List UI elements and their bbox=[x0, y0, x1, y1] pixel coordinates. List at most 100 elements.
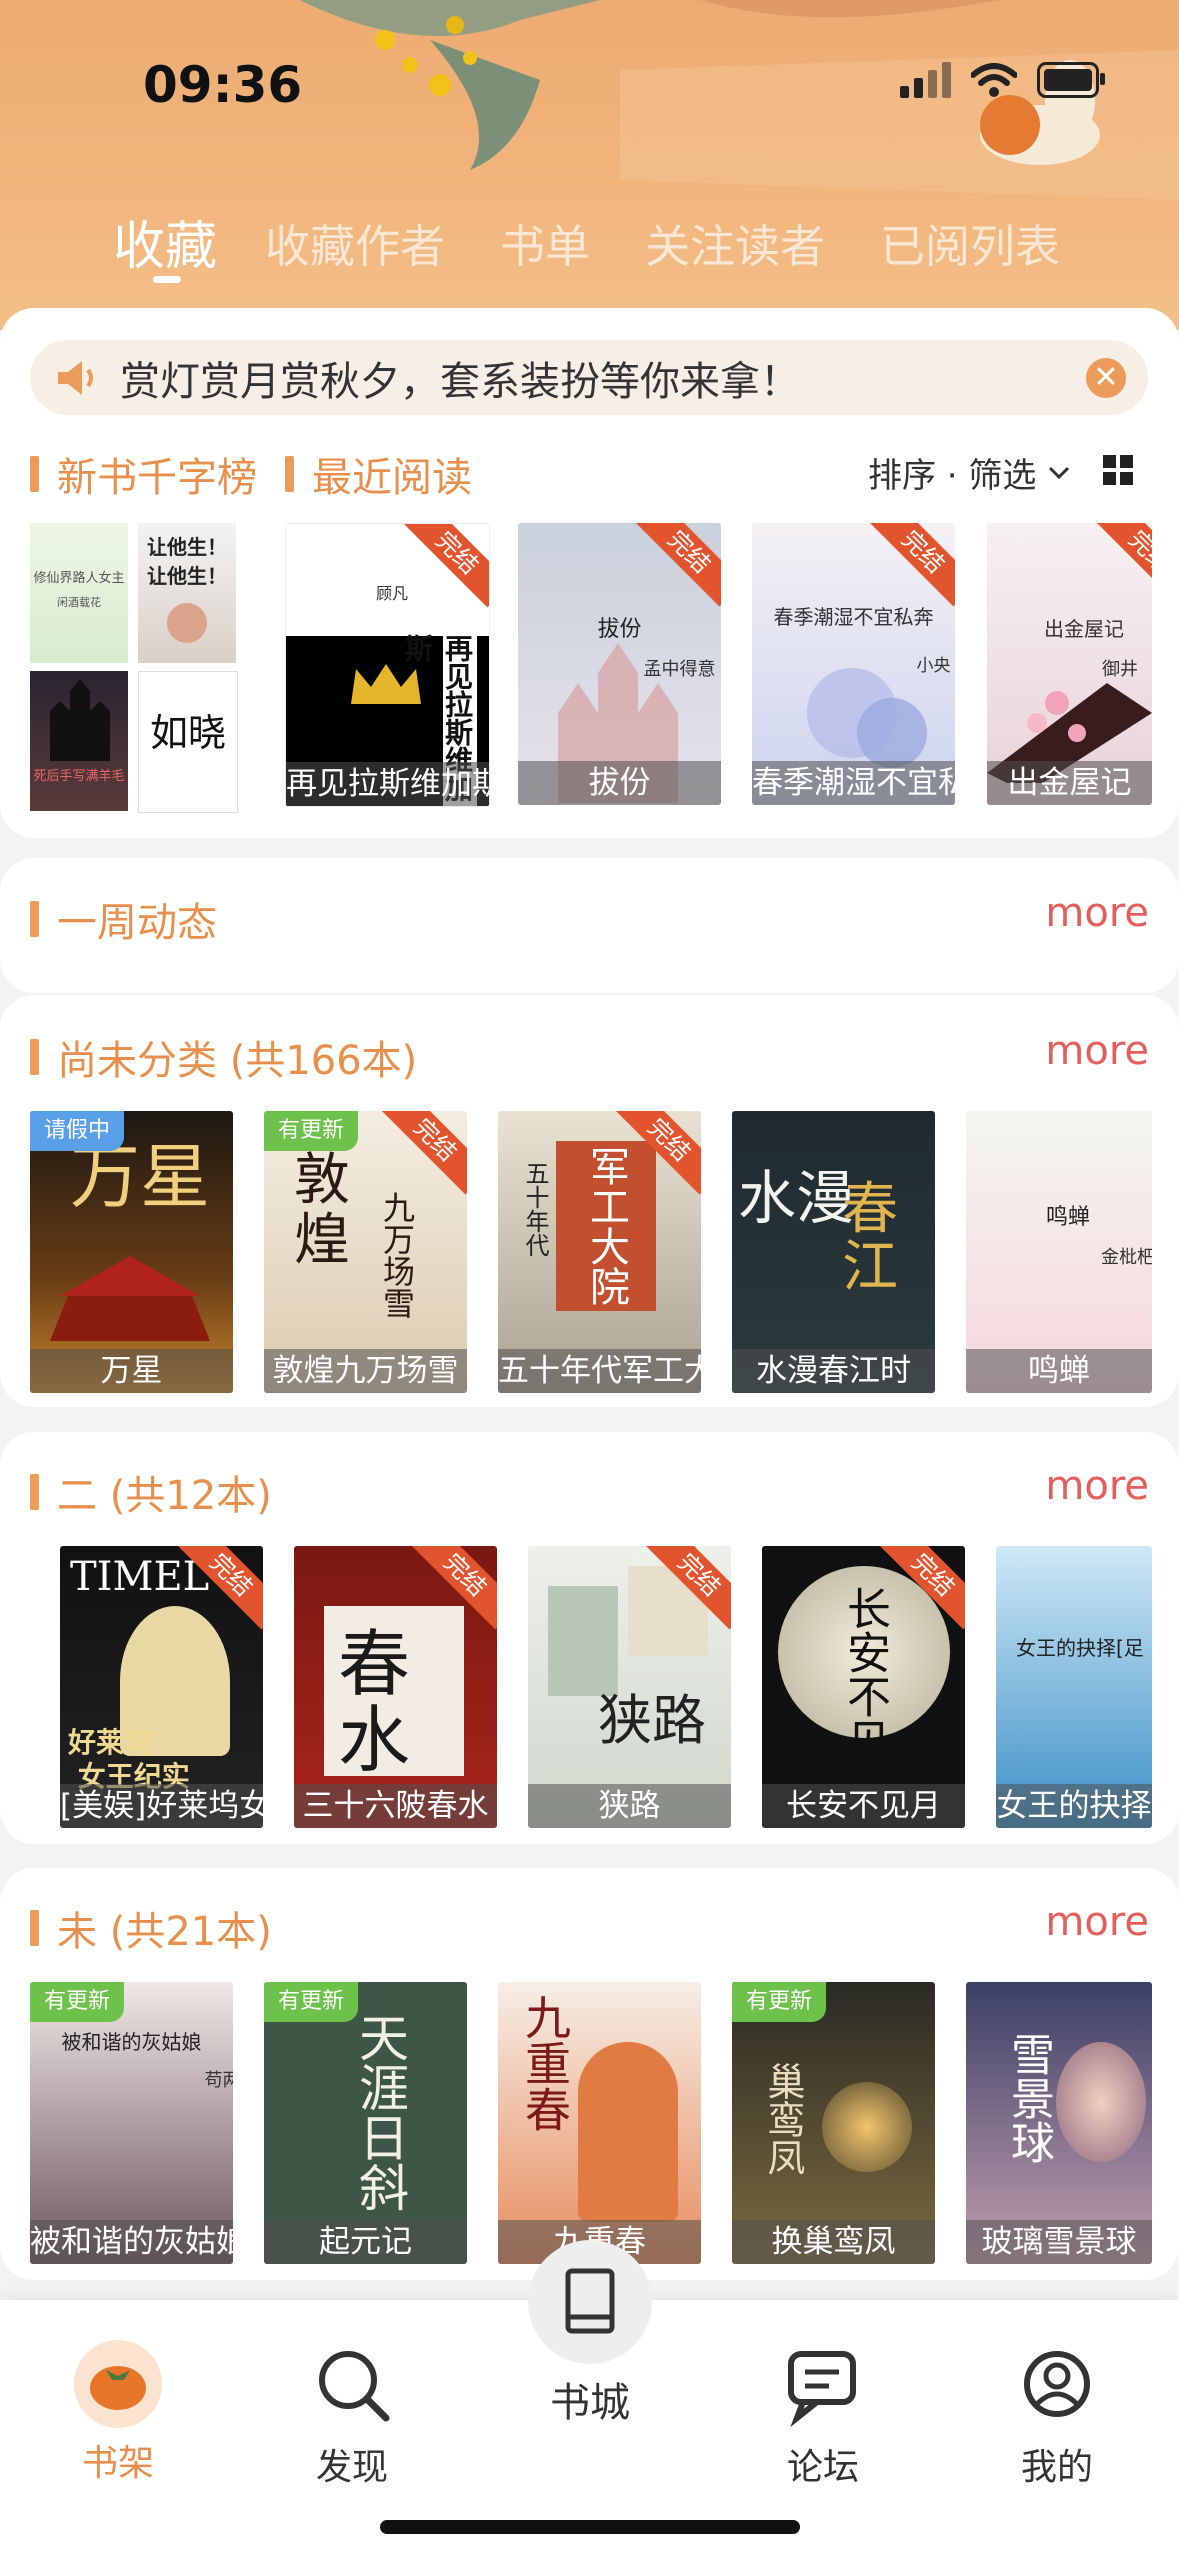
nav-bookshelf-label: 书架 bbox=[81, 2443, 154, 2484]
grid-view-icon[interactable] bbox=[1103, 455, 1133, 485]
book-cover[interactable]: 巢鸾凤 有更新 换巢鸾凤 bbox=[732, 1982, 935, 2264]
book-title: 水漫春江时 bbox=[732, 1349, 935, 1393]
folder-covers[interactable]: 修仙界路人女主 闲酒载花 让他生！让他生！ 死后手写满羊毛 如晓 bbox=[30, 523, 240, 813]
cover-subtitle: 五十年代 bbox=[521, 1161, 549, 1257]
book-title: 女王的抉择 bbox=[996, 1784, 1152, 1828]
book-cover[interactable]: 狭路 完结 狭路 bbox=[528, 1546, 731, 1828]
chevron-down-icon bbox=[1049, 466, 1070, 479]
sort-filter-button[interactable]: 排序 · 筛选 bbox=[868, 448, 1070, 497]
folder-cover-4-title: 如晓 bbox=[149, 711, 226, 755]
cover-calligraphy-gold: 春江 bbox=[842, 1177, 898, 1300]
section-wei-more-link[interactable]: more bbox=[1045, 1899, 1149, 1945]
book-title: 五十年代军工大院 bbox=[498, 1349, 701, 1393]
updated-badge: 有更新 bbox=[264, 1111, 359, 1151]
tab-followed-readers[interactable]: 关注读者 bbox=[645, 210, 825, 275]
nav-bookstore[interactable]: 书城 bbox=[510, 2240, 670, 2428]
book-author: 小央 bbox=[916, 656, 951, 676]
cover-calligraphy: 长安不见月 bbox=[839, 1586, 890, 1806]
palace-image bbox=[50, 1256, 210, 1341]
tab-read-list[interactable]: 已阅列表 bbox=[880, 210, 1060, 275]
book-cover[interactable]: 拔份 孟中得意 完结 拔份 bbox=[518, 523, 721, 805]
folder-cover-1: 修仙界路人女主 闲酒载花 bbox=[30, 523, 128, 663]
book-author: 孟中得意 bbox=[643, 659, 716, 680]
cover-calligraphy-small: 九万场雪 bbox=[378, 1191, 416, 1319]
home-indicator[interactable] bbox=[380, 2520, 800, 2534]
cover-calligraphy: 雪景球 bbox=[1003, 2032, 1054, 2164]
speaker-icon bbox=[58, 360, 93, 395]
completed-ribbon: 完结 bbox=[1095, 523, 1152, 607]
book-cover[interactable]: 女王的抉择[足 女王的抉择 bbox=[996, 1546, 1152, 1828]
book-author: 苟两两 bbox=[204, 2070, 234, 2091]
book-cover[interactable]: 九重春 九重春 bbox=[498, 1982, 701, 2264]
shelf-tab-recent[interactable]: 最近阅读 bbox=[285, 445, 472, 503]
weekly-more-link[interactable]: more bbox=[1045, 890, 1149, 936]
persimmon-icon bbox=[74, 2340, 162, 2428]
nav-me[interactable]: 我的 bbox=[977, 2340, 1137, 2490]
book-author: 金枇杷 bbox=[1101, 1247, 1152, 1268]
section-two-more-link[interactable]: more bbox=[1045, 1463, 1149, 1509]
book-cover[interactable]: 天涯日斜 有更新 起元记 bbox=[264, 1982, 467, 2264]
book-cover[interactable]: 万星 请假中 万星 bbox=[30, 1111, 233, 1393]
book-cover[interactable]: 被和谐的灰姑娘 苟两两 有更新 被和谐的灰姑娘 bbox=[30, 1982, 233, 2264]
notice-bar[interactable]: 赏灯赏月赏秋夕，套系装扮等你来拿！ ✕ bbox=[30, 340, 1148, 415]
book-cover[interactable]: 敦煌 九万场雪 有更新 完结 敦煌九万场雪 bbox=[264, 1111, 467, 1393]
book-inner-title: 女王的抉择[足 bbox=[1016, 1636, 1144, 1660]
book-title: 起元记 bbox=[264, 2220, 467, 2264]
book-cover[interactable]: 顾凡 再见拉斯维加斯 完结 再见拉斯维加斯 bbox=[285, 523, 490, 807]
book-inner-title: 春季潮湿不宜私奔 bbox=[773, 605, 934, 629]
updated-badge: 有更新 bbox=[732, 1982, 827, 2022]
book-cover[interactable]: 水漫 春江 水漫春江时 bbox=[732, 1111, 935, 1393]
book-title: 玻璃雪景球 bbox=[966, 2220, 1152, 2264]
book-title: 换巢鸾凤 bbox=[732, 2220, 935, 2264]
cover-magazine-title: TIMEL bbox=[70, 1554, 210, 1600]
weekly-title-label: 一周动态 bbox=[57, 900, 217, 946]
weekly-title: 一周动态 bbox=[30, 890, 217, 948]
book-cover[interactable]: 雪景球 玻璃雪景球 bbox=[966, 1982, 1152, 2264]
book-inner-title: 被和谐的灰姑娘 bbox=[61, 2030, 202, 2054]
globe-image bbox=[1056, 2042, 1146, 2162]
book-title: 三十六陂春水 bbox=[294, 1784, 497, 1828]
book-icon bbox=[528, 2240, 652, 2364]
section-two-title: 二 (共12本) bbox=[30, 1463, 272, 1521]
completed-ribbon: 完结 bbox=[380, 1111, 467, 1195]
battery-icon bbox=[1037, 62, 1105, 98]
book-author: 顾凡 bbox=[376, 584, 409, 603]
section-two-title-label: 二 (共12本) bbox=[57, 1473, 272, 1519]
book-cover[interactable]: 春水 完结 三十六陂春水 bbox=[294, 1546, 497, 1828]
nav-discover-label: 发现 bbox=[315, 2447, 388, 2488]
uncat-title-label: 尚未分类 (共166本) bbox=[57, 1038, 418, 1084]
cover-calligraphy: 天涯日斜 bbox=[351, 2012, 409, 2212]
folder-cover-1-author: 闲酒载花 bbox=[57, 596, 101, 609]
uncat-title: 尚未分类 (共166本) bbox=[30, 1028, 417, 1086]
close-icon[interactable]: ✕ bbox=[1086, 357, 1126, 398]
book-cover[interactable]: 长安不见月 完结 长安不见月 bbox=[762, 1546, 965, 1828]
completed-ribbon: 完结 bbox=[868, 523, 955, 607]
book-cover[interactable]: 鸣蝉 金枇杷 鸣蝉 bbox=[966, 1111, 1152, 1393]
book-title: 鸣蝉 bbox=[966, 1349, 1152, 1393]
nav-discover[interactable]: 发现 bbox=[272, 2340, 432, 2490]
sort-filter-label: 排序 · 筛选 bbox=[868, 456, 1037, 496]
nav-bookshelf[interactable]: 书架 bbox=[38, 2340, 198, 2486]
tab-favorites[interactable]: 收藏 bbox=[113, 204, 217, 279]
book-title: 狭路 bbox=[528, 1784, 731, 1828]
cover-calligraphy: 巢鸾凤 bbox=[761, 2062, 805, 2176]
cover-calligraphy: 狭路 bbox=[598, 1689, 706, 1752]
completed-ribbon: 完结 bbox=[634, 523, 721, 607]
book-cover[interactable]: 出金屋记 御井 完结 出金屋记 bbox=[987, 523, 1152, 805]
tab-favorite-authors[interactable]: 收藏作者 bbox=[265, 210, 445, 275]
tab-booklists[interactable]: 书单 bbox=[500, 210, 590, 275]
shelf-tab-newbooks[interactable]: 新书千字榜 bbox=[30, 445, 257, 503]
book-cover[interactable]: 春季潮湿不宜私奔 小央 完结 春季潮湿不宜私奔 bbox=[752, 523, 955, 805]
status-icons bbox=[900, 62, 1105, 98]
book-cover[interactable]: TIMEL 好莱坞 女王纪实 完结 [美娱]好莱坞女王纪实 bbox=[60, 1546, 263, 1828]
status-time: 09:36 bbox=[143, 56, 303, 114]
search-icon bbox=[319, 2351, 390, 2422]
nav-forum[interactable]: 论坛 bbox=[743, 2340, 903, 2490]
book-title: 拔份 bbox=[518, 761, 721, 805]
book-inner-title: 拔份 bbox=[597, 617, 642, 642]
book-cover[interactable]: 军工大院 五十年代 完结 五十年代军工大院 bbox=[498, 1111, 701, 1393]
folder-cover-1-title: 修仙界路人女主 bbox=[33, 571, 125, 586]
uncat-more-link[interactable]: more bbox=[1045, 1028, 1149, 1074]
cover-calligraphy: 水漫 bbox=[738, 1164, 855, 1232]
bottom-nav: 书架 发现 书城 论坛 我的 bbox=[0, 2240, 1179, 2556]
